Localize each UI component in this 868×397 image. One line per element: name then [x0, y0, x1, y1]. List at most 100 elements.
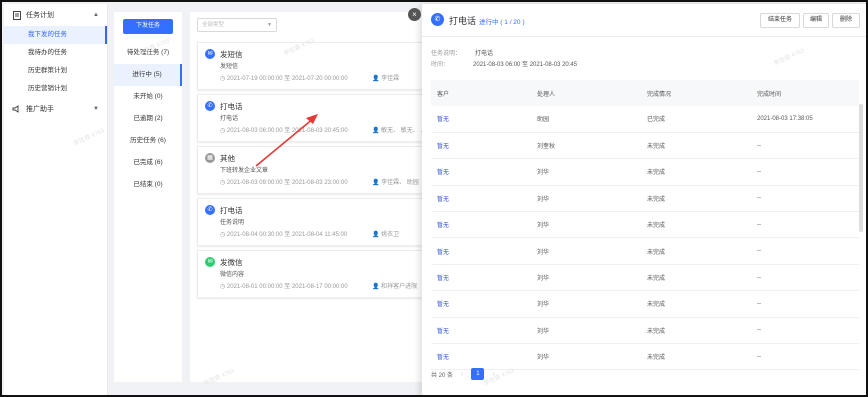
sms-icon: ✉ [205, 49, 215, 59]
task-desc-label: 任务说明： [431, 51, 462, 57]
task-card-time: ◷ 2021-08-03 09:00:00 至 2021-08-03 23:00… [220, 180, 348, 186]
customer-link[interactable]: 暂无 [431, 343, 531, 371]
customer-link[interactable]: 暂无 [431, 158, 531, 186]
close-icon[interactable]: × [408, 8, 421, 21]
chevron-down-icon: ▼ [93, 106, 99, 112]
issue-task-button[interactable]: 下发任务 [123, 19, 173, 34]
table-header-row: 客户 处理人 完成情况 完成时间 [431, 80, 859, 106]
customer-link[interactable]: 暂无 [431, 237, 531, 265]
sidebar-item-history-marketing[interactable]: 历史营销计划 [4, 80, 107, 98]
task-card-desc: 发短信 [220, 64, 239, 70]
handler-cell: 刘华 [531, 185, 641, 213]
total-count: 共 20 条 [431, 372, 454, 379]
task-card-title: 其他 [220, 154, 235, 163]
next-page-icon[interactable]: › [492, 371, 494, 378]
type-filter-placeholder: 全部类型 [202, 22, 225, 28]
task-list-panel: 全部类型 ▼ ✉ 发短信 发短信 ◷ 2021-07-19 00:00:00 至… [190, 12, 425, 382]
nav-group-promo[interactable]: 推广助手 ▼ [4, 98, 107, 120]
wechat-icon: ✉ [205, 257, 215, 267]
status-cell: 未完成 [641, 237, 751, 265]
time-cell: -- [751, 317, 859, 345]
table-scrollbar[interactable] [859, 104, 863, 232]
time-cell: -- [751, 264, 859, 292]
time-cell: -- [751, 132, 859, 160]
task-card-people-text: 姚衣卫 [381, 232, 400, 238]
task-card[interactable]: ✉ 发短信 发短信 ◷ 2021-07-19 00:00:00 至 2021-0… [197, 42, 425, 90]
task-card-time-text: 2021-07-19 00:00:00 至 2021-07-20 00:00:0… [226, 76, 348, 82]
category-in-progress[interactable]: 进行中 (5) [114, 64, 182, 86]
handler-cell: 刘华 [531, 290, 641, 318]
customer-link[interactable]: 暂无 [431, 106, 531, 133]
sidebar-item-my-todo[interactable]: 我待办的任务 [4, 44, 107, 62]
task-card-time: ◷ 2021-08-01 00:00:00 至 2021-08-17 00:00… [220, 284, 348, 290]
status-cell: 已完成 [641, 106, 751, 133]
category-pending[interactable]: 待处理任务 (7) [114, 42, 182, 64]
sidebar-item-my-issued[interactable]: 我下发的任务 [4, 26, 107, 44]
table-row: 暂无 刘华 未完成 -- [431, 185, 859, 213]
sidebar: 任务计划 ▲ 我下发的任务 我待办的任务 历史群策计划 历史营销计划 推广助手 … [4, 4, 108, 395]
table-row: 暂无 刘华 未完成 -- [431, 158, 859, 186]
task-card-time: ◷ 2021-08-04 00:30:00 至 2021-08-04 11:45… [220, 232, 348, 238]
divider [422, 36, 866, 37]
chevron-up-icon: ▲ [93, 12, 99, 18]
status-cell: 未完成 [641, 290, 751, 318]
delete-button[interactable]: 删除 [832, 13, 860, 28]
customer-link[interactable]: 暂无 [431, 185, 531, 213]
task-card[interactable]: ✆ 打电话 任务说明 ◷ 2021-08-04 00:30:00 至 2021-… [197, 198, 425, 246]
category-completed[interactable]: 已完成 (6) [114, 152, 182, 174]
category-history[interactable]: 历史任务 (6) [114, 130, 182, 152]
task-card-title: 打电话 [220, 206, 243, 215]
task-card-time-text: 2021-08-03 09:00:00 至 2021-08-03 23:00:0… [226, 180, 348, 186]
handler-cell: 助园 [531, 106, 641, 133]
task-card-people: 👤 李佳霖 [372, 76, 400, 82]
time-cell: -- [751, 158, 859, 186]
handler-cell: 刘华 [531, 237, 641, 265]
customer-link[interactable]: 暂无 [431, 290, 531, 318]
task-card-desc: 微信内容 [220, 272, 245, 278]
customer-link[interactable]: 暂无 [431, 211, 531, 239]
table-row: 暂无 刘华 未完成 -- [431, 343, 859, 371]
task-card-title: 打电话 [220, 102, 243, 111]
task-detail-drawer: ✆ 打电话 进行中 ( 1 / 20 ) 结束任务 编辑 删除 任务说明： 打电话… [422, 4, 866, 395]
phone-icon: ✆ [205, 205, 215, 215]
task-card-people: 👤 李佳霖、 助园 [372, 180, 419, 186]
prev-page-icon[interactable]: ‹ [461, 371, 463, 378]
customer-link[interactable]: 暂无 [431, 317, 531, 345]
time-cell: 2021-08-03 17:38:05 [751, 106, 859, 133]
customer-link[interactable]: 暂无 [431, 132, 531, 160]
end-task-button[interactable]: 结束任务 [760, 13, 800, 28]
type-filter-select[interactable]: 全部类型 ▼ [197, 18, 277, 32]
phone-icon: ✆ [205, 101, 215, 111]
other-icon: ▦ [205, 153, 215, 163]
table-row: 暂无 刘奎秋 未完成 -- [431, 132, 859, 160]
task-card-people: 👤 和祥客户进限 [372, 284, 418, 290]
time-cell: -- [751, 290, 859, 318]
sidebar-item-history-plan[interactable]: 历史群策计划 [4, 62, 107, 80]
category-not-started[interactable]: 未开始 (0) [114, 86, 182, 108]
category-overdue[interactable]: 已逾期 (2) [114, 108, 182, 130]
status-cell: 未完成 [641, 317, 751, 345]
detail-status: 进行中 ( 1 / 20 ) [479, 19, 525, 26]
page-number-button[interactable]: 1 [471, 368, 485, 380]
annotation-arrow [255, 114, 318, 167]
task-card-desc: 任务说明 [220, 220, 245, 226]
task-card-title: 发微信 [220, 258, 243, 267]
task-card-time: ◷ 2021-07-19 00:00:00 至 2021-07-20 00:00… [220, 76, 348, 82]
document-icon [12, 10, 21, 20]
column-header: 完成时间 [751, 80, 859, 106]
nav-group-task-plan[interactable]: 任务计划 ▲ [4, 4, 107, 26]
time-cell: -- [751, 211, 859, 239]
column-header: 完成情况 [641, 80, 751, 106]
column-header: 客户 [431, 80, 531, 106]
table-row: 暂无 刘华 未完成 -- [431, 211, 859, 239]
category-ended[interactable]: 已结束 (0) [114, 174, 182, 196]
detail-title: 打电话 [449, 16, 477, 26]
customer-link[interactable]: 暂无 [431, 264, 531, 292]
table-row: 暂无 刘华 未完成 -- [431, 264, 859, 292]
task-card-people-text: 李佳霖 [381, 76, 400, 82]
task-time-value: 2021-08-03 06:00 至 2021-08-03 20:45 [473, 62, 578, 68]
handler-cell: 刘华 [531, 317, 641, 345]
edit-button[interactable]: 编辑 [803, 13, 829, 28]
task-desc-row: 任务说明： 打电话 [431, 48, 493, 57]
task-card[interactable]: ✉ 发微信 微信内容 ◷ 2021-08-01 00:00:00 至 2021-… [197, 250, 425, 298]
